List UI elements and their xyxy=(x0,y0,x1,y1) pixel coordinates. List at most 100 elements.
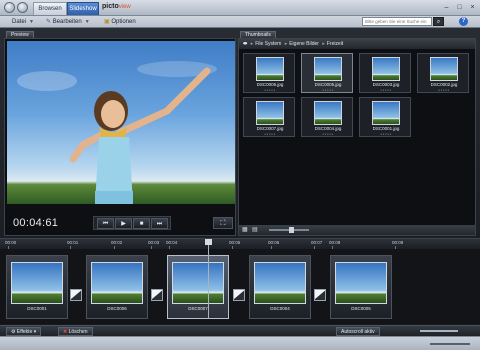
menu-datei-label: Datei xyxy=(12,19,27,25)
tab-slideshow[interactable]: Slideshow xyxy=(67,2,99,15)
menu-bearbeiten[interactable]: ✎ Bearbeiten ▼ xyxy=(46,17,90,27)
folder-icon: ⬬ xyxy=(243,41,248,47)
app-title: pictoview xyxy=(102,3,131,10)
ruler-label: 00:06 xyxy=(268,240,280,245)
transition-icon[interactable] xyxy=(314,289,326,301)
rating-stars: ●●●●● xyxy=(264,88,276,92)
preview-image xyxy=(7,41,235,204)
app-name: picto xyxy=(102,3,119,10)
search-input[interactable]: Bitte geben Sie eine Suche ein xyxy=(362,17,432,26)
rating-stars: ●●●●● xyxy=(438,88,450,92)
thumbnail-item[interactable]: DSC0006.jpg ●●●●● xyxy=(243,53,295,93)
thumbnail-image xyxy=(314,57,342,81)
timecode-display: 00:04:61 xyxy=(13,217,59,229)
thumbnail-item[interactable]: DSC0002.jpg ●●●●● xyxy=(417,53,469,93)
effects-button[interactable]: ⚙ Effekte ▾ xyxy=(6,327,42,336)
thumbnail-item[interactable]: DSC0004.jpg ●●●●● xyxy=(301,97,353,137)
ruler-tick xyxy=(8,246,9,249)
stop-icon[interactable]: ■ xyxy=(133,218,150,229)
thumbnails-tab[interactable]: Thumbnails xyxy=(240,31,276,38)
ruler-tick xyxy=(151,246,152,249)
playhead-handle[interactable] xyxy=(205,239,212,245)
timeline-clip[interactable]: DSC0001 xyxy=(6,255,68,319)
skip-back-icon[interactable]: ⏮ xyxy=(97,218,114,229)
fullscreen-icon[interactable]: ⛶ xyxy=(213,217,233,229)
thumbnail-label: DSC0004.jpg xyxy=(314,126,342,131)
thumbnail-zoom-slider[interactable] xyxy=(269,227,309,233)
ruler-label: 00:01 xyxy=(67,240,79,245)
ruler-label: 00:04 xyxy=(166,240,178,245)
ruler-tick xyxy=(395,246,396,249)
skip-forward-icon[interactable]: ⏭ xyxy=(151,218,168,229)
back-button[interactable] xyxy=(4,2,15,13)
thumbnail-item[interactable]: DSC0005.jpg ●●●●● xyxy=(301,53,353,93)
transition-icon[interactable] xyxy=(70,289,82,301)
thumbnail-label: DSC0003.jpg xyxy=(372,82,400,87)
menu-datei[interactable]: Datei ▼ xyxy=(12,17,34,27)
thumbnail-item[interactable]: DSC0007.jpg ●●●●● xyxy=(243,97,295,137)
menu-optionen[interactable]: ▣ Optionen xyxy=(104,17,136,27)
clip-label: DSC0001 xyxy=(27,306,47,311)
chevron-down-icon: ▼ xyxy=(29,19,34,25)
thumbnail-label: DSC0005.jpg xyxy=(314,82,342,87)
menu-bearbeiten-label: Bearbeiten xyxy=(52,19,82,25)
timeline-zoom-slider[interactable] xyxy=(420,330,458,332)
playhead[interactable] xyxy=(208,239,209,319)
close-icon[interactable]: × xyxy=(468,3,477,12)
thumbnail-image xyxy=(314,101,342,125)
preview-tab[interactable]: Preview xyxy=(6,31,34,38)
ruler-tick xyxy=(271,246,272,249)
play-icon[interactable]: ▶ xyxy=(115,218,132,229)
autoscroll-button[interactable]: Autoscroll aktiv xyxy=(336,327,380,336)
forward-button[interactable] xyxy=(17,2,28,13)
ruler-label: 00:05 xyxy=(229,240,241,245)
timeline: 00:00 00:01 00:02 00:03 00:04 00:05 00:0… xyxy=(0,238,480,324)
tab-browsen[interactable]: Browsen xyxy=(33,2,67,15)
delete-button[interactable]: ✖ Löschen xyxy=(58,327,93,336)
view-mode-icon[interactable]: ▤ xyxy=(252,226,258,233)
search-icon[interactable]: ⌕ xyxy=(433,17,444,26)
clip-image xyxy=(11,262,63,304)
view-mode-icon[interactable]: ▦ xyxy=(242,226,248,233)
maximize-icon[interactable]: □ xyxy=(455,3,464,12)
ruler-tick xyxy=(232,246,233,249)
timeline-clip[interactable]: DSC0007 xyxy=(167,255,229,319)
clip-label: DSC0004 xyxy=(270,306,290,311)
status-bar xyxy=(0,336,480,350)
ruler-label: 00:02 xyxy=(111,240,123,245)
status-zoom-slider[interactable] xyxy=(430,343,470,345)
thumbnail-image xyxy=(372,101,400,125)
breadcrumb-item[interactable]: Eigene Bilder xyxy=(289,41,319,47)
timeline-ruler[interactable]: 00:00 00:01 00:02 00:03 00:04 00:05 00:0… xyxy=(0,239,480,249)
transition-icon[interactable] xyxy=(151,289,163,301)
thumbnail-item[interactable]: DSC0001.jpg ●●●●● xyxy=(359,97,411,137)
help-icon[interactable]: ? xyxy=(459,17,468,26)
playback-controls: ⏮ ▶ ■ ⏭ xyxy=(93,216,171,230)
minimize-icon[interactable]: – xyxy=(442,3,451,12)
ruler-label: 00:00 xyxy=(5,240,17,245)
clip-image xyxy=(254,262,306,304)
pencil-icon: ✎ xyxy=(46,19,53,25)
ruler-label: 00:09 xyxy=(392,240,404,245)
transition-icon[interactable] xyxy=(233,289,245,301)
timeline-clip[interactable]: DSC0005 xyxy=(330,255,392,319)
ruler-tick xyxy=(169,246,170,249)
slider-knob[interactable] xyxy=(289,227,294,233)
effects-label: Effekte xyxy=(16,329,33,335)
timeline-clip[interactable]: DSC0004 xyxy=(249,255,311,319)
clip-image xyxy=(335,262,387,304)
app-window: Browsen Slideshow pictoview – □ × Datei ▼… xyxy=(0,0,480,350)
breadcrumb: ⬬ ▸ File System ▸ Eigene Bilder ▸ Freizeit xyxy=(239,39,475,49)
woman-photo-illustration xyxy=(17,61,217,204)
ruler-label: 00:03 xyxy=(148,240,160,245)
thumbnail-label: DSC0001.jpg xyxy=(372,126,400,131)
ruler-label: 00:08 xyxy=(329,240,341,245)
breadcrumb-item[interactable]: Freizeit xyxy=(327,41,343,47)
thumbnail-label: DSC0006.jpg xyxy=(256,82,284,87)
thumbnail-image xyxy=(372,57,400,81)
thumbnail-item[interactable]: DSC0003.jpg ●●●●● xyxy=(359,53,411,93)
breadcrumb-item[interactable]: File System xyxy=(255,41,281,47)
timeline-clip[interactable]: DSC0006 xyxy=(86,255,148,319)
thumbnail-label: DSC0002.jpg xyxy=(430,82,458,87)
clip-label: DSC0006 xyxy=(107,306,127,311)
